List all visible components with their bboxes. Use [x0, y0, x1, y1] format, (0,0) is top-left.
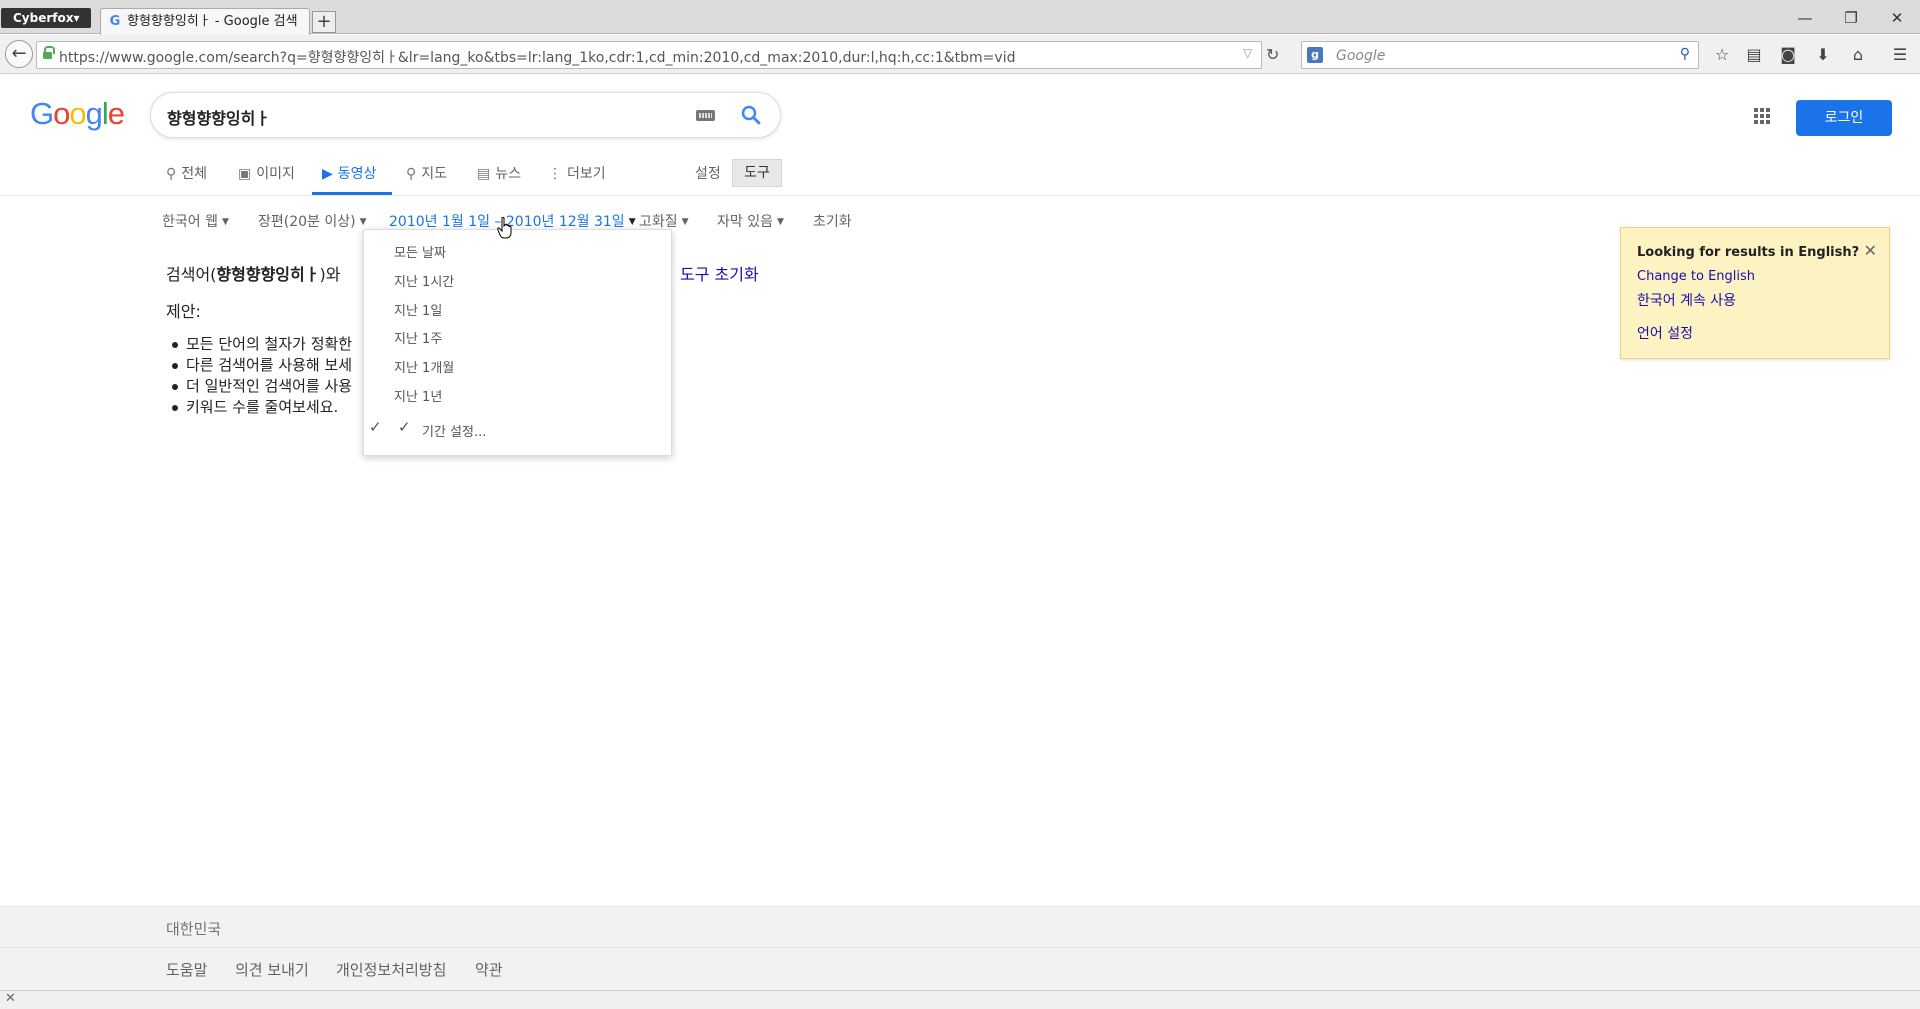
caret-down-icon: ▼	[776, 217, 784, 227]
footer-link-feedback[interactable]: 의견 보내기	[235, 959, 309, 980]
search-input[interactable]: 향형향향잉히ㅏ	[167, 105, 270, 129]
date-option-custom[interactable]: 기간 설정...	[422, 421, 486, 440]
list-item: 더 일반적인 검색어를 사용	[171, 377, 353, 395]
search-box[interactable]: 향형향향잉히ㅏ	[150, 92, 781, 138]
back-button[interactable]: ←	[5, 40, 33, 68]
date-option-year[interactable]: 지난 1년	[394, 386, 442, 405]
change-to-english-link[interactable]: Change to English	[1637, 269, 1755, 284]
search-icon: ⚲	[166, 166, 177, 182]
browser-titlebar: Cyberfox▾ G 향형향향잉히ㅏ - Google 검색 + — ❐ ✕	[0, 0, 1920, 35]
footer-divider	[0, 947, 1920, 948]
continue-korean-link[interactable]: 한국어 계속 사용	[1637, 290, 1736, 310]
google-logo[interactable]: Google	[30, 96, 125, 132]
image-icon: ▣	[238, 166, 252, 182]
date-option-month[interactable]: 지난 1개월	[394, 357, 454, 376]
footer-country: 대한민국	[166, 920, 222, 938]
news-icon: ▤	[477, 166, 491, 182]
suggestion-list: 모든 단어의 철자가 정확한 다른 검색어를 사용해 보세 더 일반적인 검색어…	[171, 334, 353, 418]
header-divider	[0, 195, 1920, 196]
filter-duration[interactable]: 장편(20분 이상) ▼	[258, 211, 367, 231]
browser-navbar: ← https://www.google.com/search?q=향형향향잉히…	[0, 35, 1920, 74]
app-menu-button[interactable]: Cyberfox▾	[1, 8, 91, 28]
arrow-left-icon: ←	[11, 43, 27, 64]
browser-tab[interactable]: G 향형향향잉히ㅏ - Google 검색	[100, 8, 310, 35]
filter-reset[interactable]: 초기화	[813, 211, 852, 231]
login-button[interactable]: 로그인	[1796, 100, 1892, 136]
search-icon[interactable]	[739, 103, 763, 127]
keyboard-icon[interactable]	[696, 110, 715, 121]
url-text: https://www.google.com/search?q=향형향향잉히ㅏ&…	[59, 50, 1016, 66]
reset-tools-link[interactable]: 도구 초기화	[680, 261, 759, 285]
url-bar[interactable]: https://www.google.com/search?q=향형향향잉히ㅏ&…	[36, 41, 1262, 69]
caret-down-icon: ▼	[359, 217, 367, 227]
pocket-icon[interactable]: ◙	[1777, 44, 1799, 66]
map-pin-icon: ⚲	[406, 166, 417, 182]
list-item: 모든 단어의 철자가 정확한	[171, 335, 353, 353]
google-engine-icon[interactable]: g	[1307, 47, 1323, 63]
tab-all[interactable]: ⚲ 전체	[166, 163, 207, 183]
google-favicon-icon: G	[109, 14, 121, 29]
home-icon[interactable]: ⌂	[1847, 44, 1869, 66]
tools-button[interactable]: 도구	[732, 159, 782, 187]
search-go-icon[interactable]: ⚲	[1680, 46, 1690, 62]
caret-down-icon: ▼	[221, 217, 229, 227]
close-icon[interactable]: ✕	[5, 991, 16, 1006]
settings-link[interactable]: 설정	[695, 163, 721, 183]
hand-cursor-icon	[497, 217, 512, 239]
date-option-day[interactable]: 지난 1일	[394, 300, 442, 319]
bookmark-star-icon[interactable]: ☆	[1711, 44, 1733, 66]
caret-down-icon: ▼	[628, 217, 636, 227]
caret-down-icon: ▼	[681, 217, 689, 227]
page-footer: 대한민국 도움말 의견 보내기 개인정보처리방침 약관	[0, 906, 1920, 990]
footer-link-help[interactable]: 도움말	[166, 959, 207, 980]
filter-quality[interactable]: 고화질 ▼	[639, 211, 689, 231]
filter-language[interactable]: 한국어 웹 ▼	[162, 211, 229, 231]
hamburger-menu-icon[interactable]: ☰	[1889, 44, 1911, 66]
close-icon[interactable]: ✕	[1864, 241, 1877, 260]
search-bar-placeholder: Google	[1336, 48, 1386, 64]
tab-title: 향형향향잉히ㅏ - Google 검색	[127, 14, 298, 29]
bookmarks-list-icon[interactable]: ▤	[1743, 44, 1765, 66]
tab-videos[interactable]: ▶ 동영상	[322, 163, 376, 183]
prompt-title: Looking for results in English?	[1637, 245, 1860, 260]
no-results-message: 검색어(향형향향잉히ㅏ)와	[166, 265, 341, 284]
date-range-dropdown: 모든 날짜 지난 1시간 지난 1일 지난 1주 지난 1개월 지난 1년 ✓ …	[363, 229, 672, 456]
date-option-any[interactable]: 모든 날짜	[394, 242, 446, 261]
reload-icon[interactable]: ↻	[1266, 45, 1279, 64]
close-window-button[interactable]: ✕	[1882, 8, 1912, 28]
date-option-hour[interactable]: 지난 1시간	[394, 271, 454, 290]
tab-maps[interactable]: ⚲ 지도	[406, 163, 447, 183]
tab-more[interactable]: ⋮ 더보기	[548, 163, 606, 183]
lock-icon	[43, 46, 55, 60]
tab-news[interactable]: ▤ 뉴스	[477, 163, 521, 183]
footer-link-privacy[interactable]: 개인정보처리방침	[336, 959, 446, 980]
video-icon: ▶	[322, 166, 333, 182]
download-icon[interactable]: ⬇	[1812, 44, 1834, 66]
restore-button[interactable]: ❐	[1836, 8, 1866, 28]
footer-link-terms[interactable]: 약관	[475, 959, 503, 980]
suggestion-heading: 제안:	[166, 302, 201, 321]
language-settings-link[interactable]: 언어 설정	[1637, 323, 1693, 343]
url-dropdown-icon[interactable]: ▽	[1243, 46, 1252, 60]
browser-search-bar[interactable]: g Google ⚲	[1301, 41, 1699, 69]
tab-images[interactable]: ▣ 이미지	[238, 163, 295, 183]
apps-grid-icon[interactable]	[1754, 108, 1770, 124]
minimize-button[interactable]: —	[1790, 8, 1820, 28]
status-bar: ✕	[0, 990, 1920, 1009]
check-icon: ✓	[398, 418, 411, 436]
check-icon: ✓	[369, 418, 382, 436]
list-item: 다른 검색어를 사용해 보세	[171, 356, 353, 374]
date-option-week[interactable]: 지난 1주	[394, 328, 442, 347]
more-vert-icon: ⋮	[548, 166, 562, 182]
filter-captions[interactable]: 자막 있음 ▼	[717, 211, 784, 231]
english-results-prompt: Looking for results in English? ✕ Change…	[1620, 227, 1890, 359]
new-tab-button[interactable]: +	[312, 11, 336, 33]
list-item: 키워드 수를 줄여보세요.	[171, 397, 352, 418]
